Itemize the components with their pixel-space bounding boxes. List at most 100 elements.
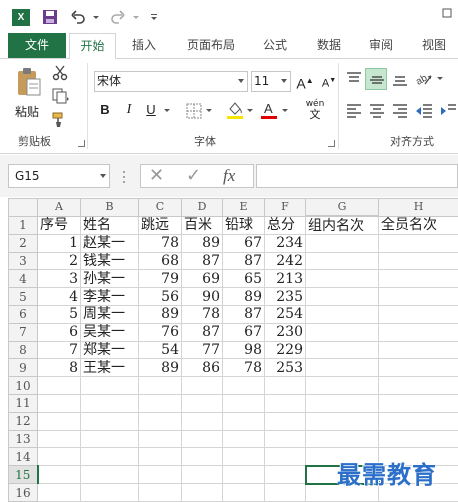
cell-b6[interactable]: 周某一 <box>80 305 139 324</box>
cell-h2[interactable] <box>378 233 458 253</box>
row-header[interactable]: 10 <box>8 376 38 396</box>
cell-a13[interactable] <box>37 429 81 449</box>
cell-e6[interactable]: 87 <box>222 305 265 324</box>
row-header[interactable]: 13 <box>8 429 38 449</box>
copy-icon[interactable] <box>52 88 70 104</box>
cell-e15[interactable] <box>222 465 265 484</box>
row-header[interactable]: 8 <box>8 340 38 360</box>
cell-b2[interactable]: 赵某一 <box>80 233 139 253</box>
row-header[interactable]: 12 <box>8 411 38 431</box>
cell-d16[interactable] <box>181 483 223 502</box>
cell-h8[interactable] <box>378 340 458 360</box>
cell-f7[interactable]: 230 <box>264 322 306 342</box>
tab-data[interactable]: 数据 <box>309 33 349 58</box>
cell-d15[interactable] <box>181 465 223 484</box>
cell-d9[interactable]: 86 <box>181 358 223 378</box>
cell-f8[interactable]: 229 <box>264 340 306 360</box>
italic-button[interactable]: I <box>118 99 140 121</box>
cell-f4[interactable]: 213 <box>264 269 306 289</box>
cell-a12[interactable] <box>37 411 81 431</box>
cell-a2[interactable]: 1 <box>37 233 81 253</box>
column-header-a[interactable]: A <box>37 198 81 217</box>
cell-e3[interactable]: 87 <box>222 251 265 271</box>
cell-e16[interactable] <box>222 483 265 502</box>
cell-c12[interactable] <box>138 411 182 431</box>
cell-f16[interactable] <box>264 483 306 502</box>
column-header-d[interactable]: D <box>181 198 223 217</box>
cell-b15[interactable] <box>80 465 139 484</box>
cell-h13[interactable] <box>378 429 458 449</box>
insert-function-icon[interactable]: fx <box>223 165 235 187</box>
cell-g12[interactable] <box>305 411 379 431</box>
cell-a3[interactable]: 2 <box>37 251 81 271</box>
cell-e14[interactable] <box>222 447 265 467</box>
save-icon[interactable] <box>42 9 58 25</box>
tab-formulas[interactable]: 公式 <box>255 33 295 58</box>
bold-button[interactable]: B <box>94 99 116 121</box>
cell-h9[interactable] <box>378 358 458 378</box>
cell-a6[interactable]: 5 <box>37 305 81 324</box>
cell-d4[interactable]: 69 <box>181 269 223 289</box>
cell-f6[interactable]: 254 <box>264 305 306 324</box>
cell-c16[interactable] <box>138 483 182 502</box>
increase-indent-icon[interactable] <box>440 103 456 119</box>
row-header[interactable]: 11 <box>8 394 38 413</box>
cell-a1[interactable]: 序号 <box>37 215 81 235</box>
row-header[interactable]: 5 <box>8 287 38 307</box>
cell-g6[interactable] <box>305 305 379 324</box>
cell-c9[interactable]: 89 <box>138 358 182 378</box>
cell-f1[interactable]: 总分 <box>264 215 306 235</box>
clipboard-launcher-icon[interactable] <box>78 140 85 147</box>
fill-color-dropdown-icon[interactable] <box>246 107 254 115</box>
tab-insert[interactable]: 插入 <box>120 33 168 58</box>
cell-c4[interactable]: 79 <box>138 269 182 289</box>
cell-b14[interactable] <box>80 447 139 467</box>
cell-c3[interactable]: 68 <box>138 251 182 271</box>
underline-dropdown-icon[interactable] <box>163 107 171 115</box>
row-header[interactable]: 15 <box>8 465 39 484</box>
cell-f11[interactable] <box>264 394 306 413</box>
cell-d12[interactable] <box>181 411 223 431</box>
formula-input[interactable] <box>256 164 458 188</box>
cell-d7[interactable]: 87 <box>181 322 223 342</box>
cell-c6[interactable]: 89 <box>138 305 182 324</box>
cell-b12[interactable] <box>80 411 139 431</box>
cell-c5[interactable]: 56 <box>138 287 182 307</box>
cell-c8[interactable]: 54 <box>138 340 182 360</box>
row-header[interactable]: 16 <box>8 483 38 502</box>
redo-icon[interactable] <box>111 9 125 25</box>
cell-f13[interactable] <box>264 429 306 449</box>
cell-d6[interactable]: 78 <box>181 305 223 324</box>
font-color-icon[interactable]: A <box>260 100 278 120</box>
cell-d8[interactable]: 77 <box>181 340 223 360</box>
cell-a4[interactable]: 3 <box>37 269 81 289</box>
cell-e12[interactable] <box>222 411 265 431</box>
cell-g7[interactable] <box>305 322 379 342</box>
row-header[interactable]: 4 <box>8 269 38 289</box>
undo-dropdown-icon[interactable] <box>92 9 100 25</box>
row-header[interactable]: 9 <box>8 358 38 378</box>
cell-h4[interactable] <box>378 269 458 289</box>
name-box[interactable]: G15 <box>8 164 110 188</box>
cell-a16[interactable] <box>37 483 81 502</box>
row-header[interactable]: 2 <box>8 233 38 253</box>
cell-g13[interactable] <box>305 429 379 449</box>
cell-f9[interactable]: 253 <box>264 358 306 378</box>
cell-c1[interactable]: 跳远 <box>138 215 182 235</box>
row-header[interactable]: 3 <box>8 251 38 271</box>
cell-h5[interactable] <box>378 287 458 307</box>
cell-e2[interactable]: 67 <box>222 233 265 253</box>
orientation-dropdown-icon[interactable] <box>436 75 444 83</box>
column-header-g[interactable]: G <box>305 198 379 218</box>
cell-f2[interactable]: 234 <box>264 233 306 253</box>
cell-f10[interactable] <box>264 376 306 396</box>
tab-review[interactable]: 审阅 <box>361 33 401 58</box>
cell-e10[interactable] <box>222 376 265 396</box>
tab-view[interactable]: 视图 <box>414 33 454 58</box>
font-color-dropdown-icon[interactable] <box>281 107 289 115</box>
cell-b4[interactable]: 孙某一 <box>80 269 139 289</box>
cell-b11[interactable] <box>80 394 139 413</box>
row-header[interactable]: 14 <box>8 447 38 467</box>
cell-a14[interactable] <box>37 447 81 467</box>
select-all-corner[interactable] <box>8 198 38 217</box>
